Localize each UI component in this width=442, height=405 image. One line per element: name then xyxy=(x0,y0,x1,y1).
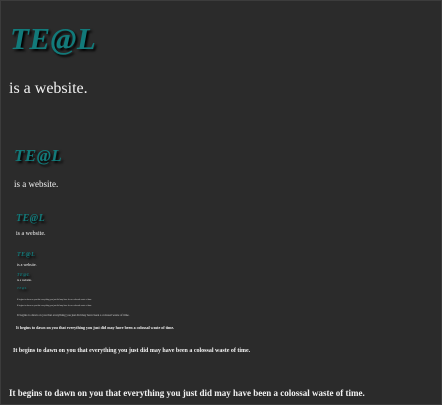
site-tagline-5: is a website. xyxy=(17,278,32,282)
site-tagline-3: is a website. xyxy=(16,231,46,237)
site-logo-5: TE@L xyxy=(17,272,30,277)
message-line-4: It begins to dawn on you that everything… xyxy=(16,325,175,330)
site-logo-1: TE@L xyxy=(10,21,97,56)
site-logo-4: TE@L xyxy=(17,252,36,258)
site-tagline-2: is a website. xyxy=(14,179,59,189)
site-logo-2: TE@L xyxy=(14,146,63,165)
site-tagline-4: is a website. xyxy=(17,262,37,267)
page-frame: TE@L is a website. TE@L is a website. TE… xyxy=(0,0,442,405)
message-line-2: It begins to dawn on you that everything… xyxy=(17,305,92,307)
message-line-1: It begins to dawn on you that everything… xyxy=(17,299,92,301)
site-tagline-1: is a website. xyxy=(9,80,88,97)
message-line-3: It begins to dawn on you that everything… xyxy=(17,313,130,317)
site-logo-6: TE@L xyxy=(17,286,28,290)
site-logo-3: TE@L xyxy=(16,213,46,224)
message-line-5: It begins to dawn on you that everything… xyxy=(13,348,251,354)
message-line-6: It begins to dawn on you that everything… xyxy=(9,388,365,398)
